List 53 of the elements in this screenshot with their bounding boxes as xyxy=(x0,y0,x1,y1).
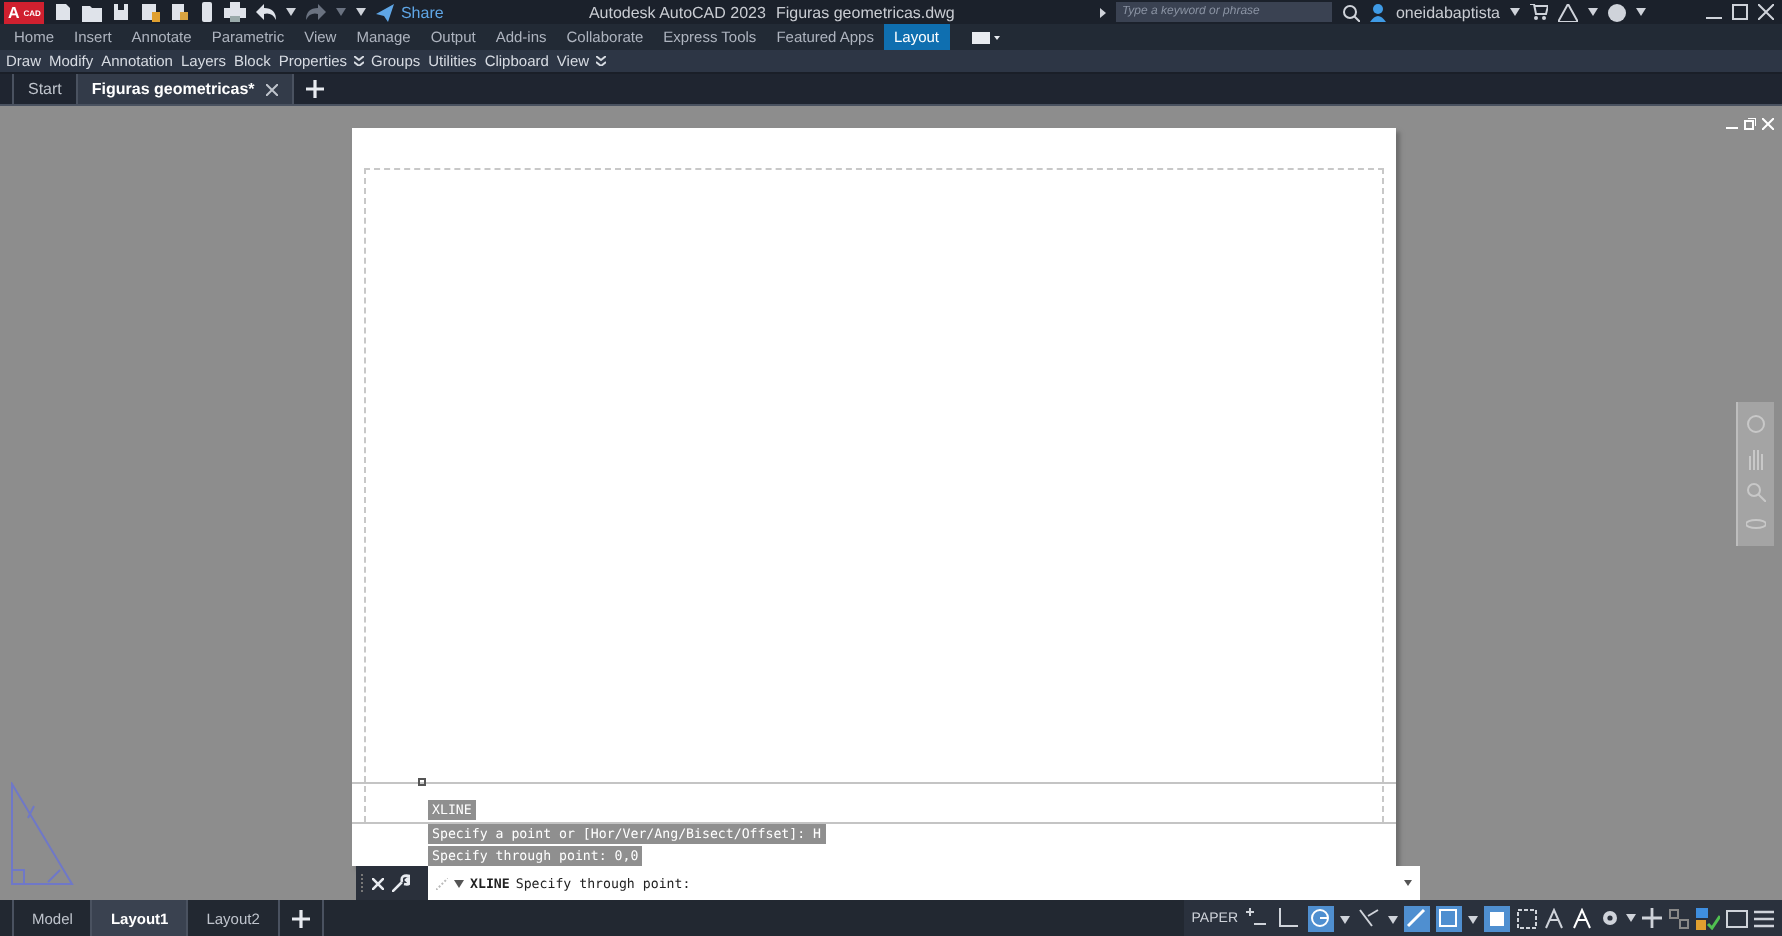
hardware-acceleration-icon[interactable] xyxy=(1696,907,1720,929)
history-caret-icon[interactable] xyxy=(1404,880,1412,886)
caret-icon[interactable] xyxy=(1636,8,1646,16)
selection-icon[interactable] xyxy=(1436,905,1478,931)
search-icon[interactable] xyxy=(1341,3,1360,21)
point-marker-icon xyxy=(418,778,426,786)
caret-icon[interactable] xyxy=(1626,914,1636,922)
annotation-visibility-icon[interactable] xyxy=(1572,907,1594,929)
restore-icon[interactable] xyxy=(1744,118,1756,130)
snap-icon[interactable] xyxy=(1244,905,1270,931)
lineweight-icon[interactable] xyxy=(1404,905,1430,931)
wrench-icon[interactable] xyxy=(392,874,410,892)
save-as-icon[interactable] xyxy=(140,2,161,22)
share-button[interactable]: Share xyxy=(376,3,444,21)
save-icon[interactable] xyxy=(112,2,131,22)
maximize-icon[interactable] xyxy=(1732,4,1748,20)
ucs-icon xyxy=(8,782,76,890)
app-title: Autodesk AutoCAD 2023 xyxy=(588,3,766,21)
file-title: Figuras geometricas.dwg xyxy=(775,3,955,21)
user-name[interactable]: oneidabaptista xyxy=(1395,3,1500,21)
dropdown-icon xyxy=(595,56,606,66)
command-prompt-icon xyxy=(436,877,448,889)
menu-icon[interactable] xyxy=(1754,909,1774,927)
workspace-icon[interactable] xyxy=(971,31,1000,43)
redo-icon[interactable] xyxy=(306,4,327,20)
triangle-icon[interactable] xyxy=(1558,3,1578,21)
caret-icon[interactable] xyxy=(1588,8,1598,16)
fullscreen-icon[interactable] xyxy=(1726,909,1748,927)
document-icon[interactable] xyxy=(170,2,191,22)
caret-icon[interactable] xyxy=(286,8,297,16)
cart-icon[interactable] xyxy=(1530,4,1548,20)
add-tab-icon[interactable] xyxy=(306,80,325,98)
phone-icon[interactable] xyxy=(200,2,215,22)
plus-icon[interactable] xyxy=(1642,908,1662,928)
caret-icon[interactable] xyxy=(454,879,464,887)
close-icon[interactable] xyxy=(1758,4,1774,20)
dropdown-icon xyxy=(353,56,364,66)
transparency-icon[interactable] xyxy=(1484,905,1510,931)
undo-icon[interactable] xyxy=(256,4,277,20)
ortho-icon[interactable] xyxy=(1276,905,1302,931)
close-icon[interactable] xyxy=(266,83,279,95)
annotation-scale-icon[interactable] xyxy=(1544,907,1566,929)
polar-icon[interactable] xyxy=(1308,905,1350,931)
print-icon[interactable] xyxy=(224,2,247,22)
expand-icon[interactable] xyxy=(1099,7,1106,17)
annotation-monitor-icon[interactable] xyxy=(1516,907,1538,929)
caret-icon[interactable] xyxy=(1510,8,1520,16)
user-icon[interactable] xyxy=(1369,3,1386,21)
document-tab[interactable]: Figuras geometricas* xyxy=(75,74,293,104)
tracking-icon[interactable] xyxy=(1356,905,1398,931)
new-file-icon[interactable] xyxy=(54,2,73,22)
add-layout-icon[interactable] xyxy=(291,909,310,927)
isolate-icon[interactable] xyxy=(1668,907,1690,929)
